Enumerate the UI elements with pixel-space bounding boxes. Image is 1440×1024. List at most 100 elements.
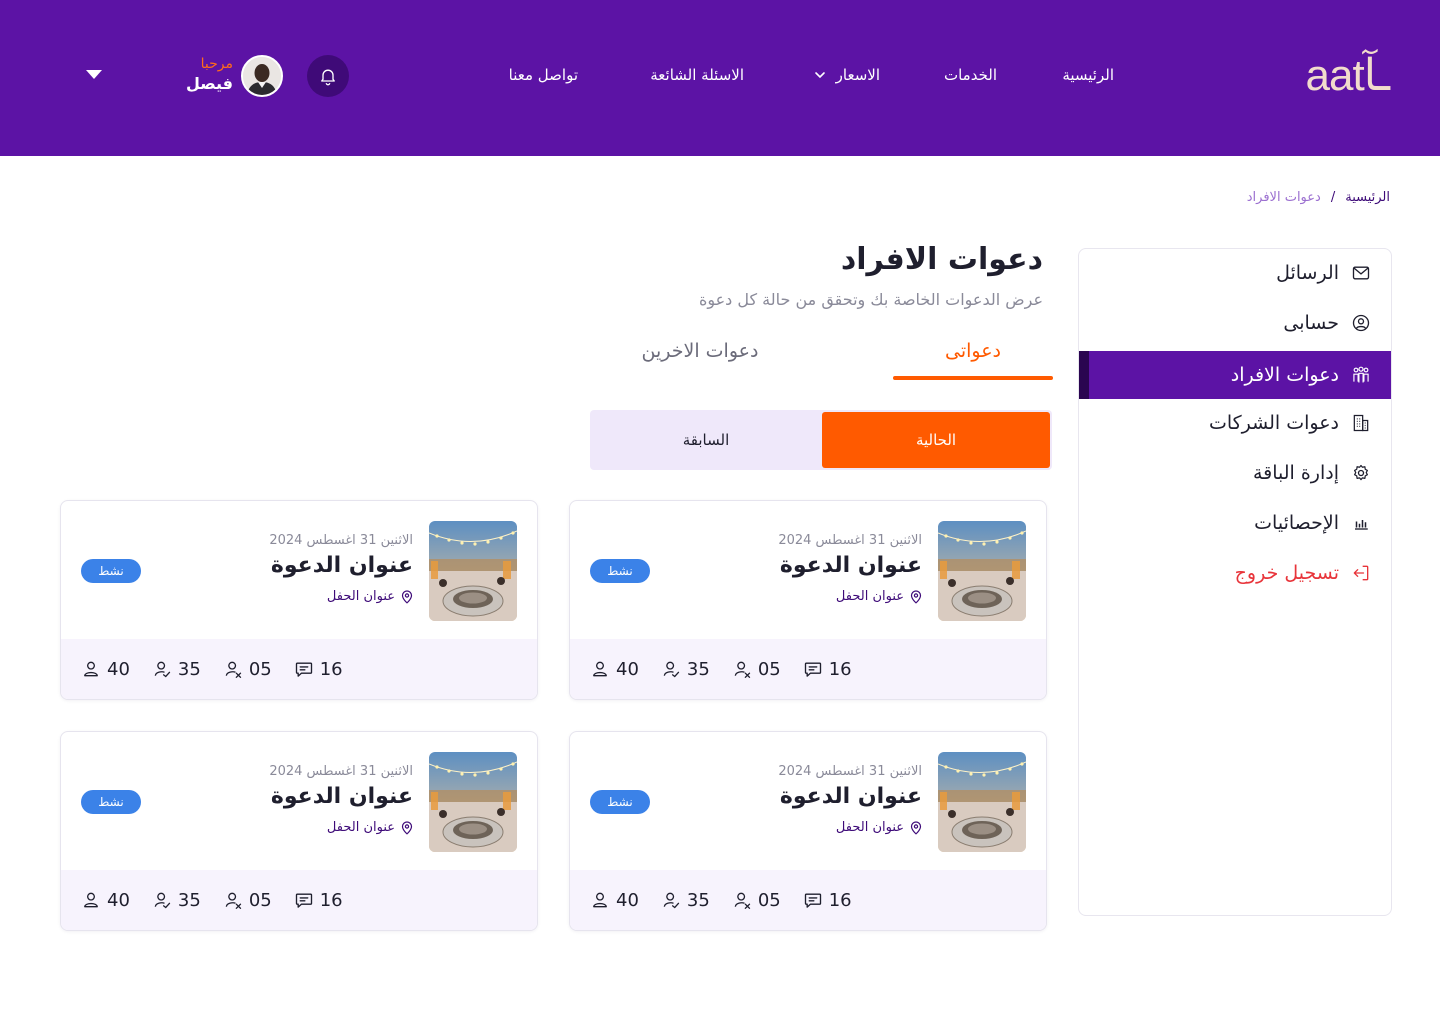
declined-count: 05 [223,659,272,680]
invitation-card[interactable]: الاثنين 31 اغسطس 2024 عنوان الدعوة عنوان… [60,731,538,931]
tab-others-invitations[interactable]: دعوات الاخرين [600,340,800,362]
declined-count-value: 05 [757,889,781,911]
confirmed-count: 35 [661,890,710,911]
event-address: عنوان الحفل [327,820,413,835]
invitation-title: عنوان الدعوة [270,784,413,809]
avatar-image [243,57,281,95]
page-subtitle: عرض الدعوات الخاصة بك وتحقق من حالة كل د… [698,290,1043,309]
nav-link-pricing[interactable]: الاسعار [814,64,880,86]
user-x-icon [734,661,750,678]
event-address-text: عنوان الحفل [835,820,904,835]
segment-current-button[interactable]: الحالية [822,412,1050,468]
guests-count-value: 40 [107,889,130,911]
status-badge: نشط [81,790,141,814]
nav-link-contact[interactable]: تواصل معنا [509,64,578,86]
nav-link-home[interactable]: الرئيسية [1062,64,1114,86]
chat-icon [804,893,821,908]
guests-count: 40 [590,890,639,911]
sidebar-item-package-management[interactable]: إدارة الباقة [1079,449,1391,497]
declined-count-value: 05 [248,889,272,911]
brand-logo[interactable]: aatـآ [1306,54,1391,98]
event-thumbnail [938,521,1026,621]
invitation-title: عنوان الدعوة [270,553,413,578]
guests-count-value: 40 [107,658,130,680]
status-badge: نشط [590,559,650,583]
active-tab-indicator [893,376,1053,380]
user-x-icon [734,892,750,909]
guests-count-value: 40 [616,889,639,911]
sidebar-item-label: إدارة الباقة [1252,462,1339,484]
breadcrumb-separator: / [1330,190,1336,205]
user-x-icon [225,892,241,909]
status-badge: نشط [81,559,141,583]
event-address-text: عنوان الحفل [835,589,904,604]
declined-count: 05 [732,890,781,911]
chart-icon [1351,513,1371,533]
event-address-text: عنوان الحفل [326,589,395,604]
location-pin-icon [910,820,922,835]
event-date: الاثنين 31 اغسطس 2024 [778,533,922,548]
sidebar-item-account[interactable]: حسابى [1079,299,1391,347]
card-stats-bar: 40 35 05 16 [61,639,537,699]
sidebar-item-label: دعوات الشركات [1208,412,1339,434]
sidebar-item-messages[interactable]: الرسائل [1079,249,1391,297]
guests-count-value: 40 [616,658,639,680]
breadcrumb-current: دعوات الافراد [1246,190,1321,205]
sidebar-item-statistics[interactable]: الإحصائيات [1079,499,1391,547]
event-address: عنوان الحفل [836,820,922,835]
event-address-text: عنوان الحفل [326,820,395,835]
breadcrumb-home[interactable]: الرئيسية [1345,190,1390,205]
confirmed-count: 35 [661,659,710,680]
user-check-icon [154,661,171,678]
chevron-down-icon [814,72,825,79]
status-segment-control: الحالية السابقة [590,410,1052,470]
nav-link-services[interactable]: الخدمات [944,64,997,86]
user-avatar[interactable] [241,55,283,97]
sidebar-item-individual-invitations[interactable]: دعوات الافراد [1079,351,1391,399]
guests-count: 40 [81,659,130,680]
confirmed-count: 35 [152,890,201,911]
event-date: الاثنين 31 اغسطس 2024 [269,533,413,548]
user-icon [84,661,98,677]
page-title: دعوات الافراد [840,242,1043,277]
invitation-card[interactable]: الاثنين 31 اغسطس 2024 عنوان الدعوة عنوان… [569,731,1047,931]
tab-my-invitations[interactable]: دعواتى [893,340,1053,362]
chat-icon [804,662,821,677]
nav-pricing-label: الاسعار [835,66,880,84]
event-address: عنوان الحفل [836,589,922,604]
invitation-card[interactable]: الاثنين 31 اغسطس 2024 عنوان الدعوة عنوان… [569,500,1047,700]
event-thumbnail [429,752,517,852]
confirmed-count-value: 35 [686,889,710,911]
user-check-icon [663,892,680,909]
sidebar-item-logout[interactable]: تسجيل خروج [1079,549,1391,597]
status-badge: نشط [590,790,650,814]
card-stats-bar: 40 35 05 16 [61,870,537,930]
location-pin-icon [401,589,413,604]
chat-icon [295,662,312,677]
gear-icon [1351,463,1371,483]
notifications-button[interactable] [307,55,349,97]
location-pin-icon [401,820,413,835]
user-menu-caret-icon[interactable] [86,70,102,79]
user-greeting: مرحبا فيصل [150,55,233,95]
nav-link-faq[interactable]: الاسئلة الشائعة [650,64,744,86]
invitation-title: عنوان الدعوة [779,553,922,578]
event-date: الاثنين 31 اغسطس 2024 [778,764,922,779]
segment-previous-button[interactable]: السابقة [592,412,820,468]
declined-count-value: 05 [248,658,272,680]
messages-count: 16 [294,659,343,680]
logout-icon [1351,563,1371,583]
messages-count: 16 [294,890,343,911]
confirmed-count-value: 35 [686,658,710,680]
invitation-card[interactable]: الاثنين 31 اغسطس 2024 عنوان الدعوة عنوان… [60,500,538,700]
user-name: فيصل [185,74,233,93]
breadcrumb: الرئيسية / دعوات الافراد [1247,190,1390,205]
sidebar-item-company-invitations[interactable]: دعوات الشركات [1079,399,1391,447]
user-check-icon [154,892,171,909]
declined-count: 05 [732,659,781,680]
building-icon [1351,413,1371,433]
account-sidebar: الرسائل حسابى دعوات الافراد دعوات الشركا… [1078,248,1392,916]
guests-count: 40 [81,890,130,911]
location-pin-icon [910,589,922,604]
messages-count-value: 16 [828,889,852,911]
